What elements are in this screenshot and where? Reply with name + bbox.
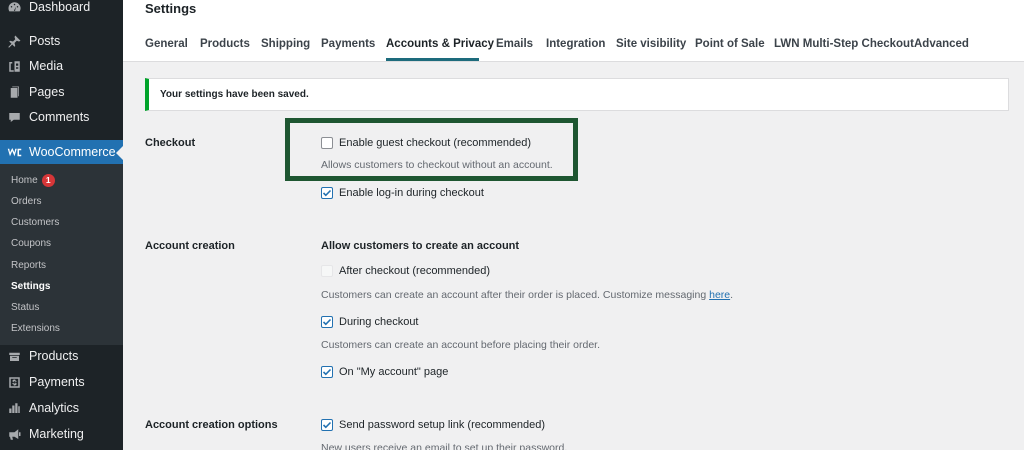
submenu-item-label: Reports — [11, 259, 47, 271]
checkmark-icon — [322, 189, 332, 197]
megaphone-icon — [0, 427, 29, 442]
login-checkout-label: Enable log-in during checkout — [339, 187, 484, 199]
sidebar-item-label: Posts — [29, 34, 61, 48]
products-icon — [0, 349, 29, 364]
sidebar-item-label: Analytics — [29, 401, 80, 415]
highlight-box — [285, 118, 578, 181]
sidebar-item-label: Payments — [29, 375, 85, 389]
tab-accounts-privacy[interactable]: Accounts & Privacy — [386, 38, 494, 50]
after-checkout-description-end: . — [730, 289, 734, 301]
woocommerce-submenu: Home 1 Orders Customers Coupons Reports … — [0, 164, 123, 345]
notice-text: Your settings have been saved. — [160, 89, 309, 100]
sidebar-item-label: Media — [29, 59, 64, 73]
sidebar-item-label: Dashboard — [29, 0, 91, 14]
after-checkout-label: After checkout (recommended) — [339, 265, 491, 277]
submenu-item-status[interactable]: Status — [11, 299, 39, 315]
send-password-option[interactable]: Send password setup link (recommended) — [321, 419, 545, 431]
submenu-item-customers[interactable]: Customers — [11, 214, 59, 230]
sidebar-item-posts[interactable]: Posts — [0, 28, 123, 54]
tab-emails[interactable]: Emails — [496, 38, 533, 50]
after-checkout-option[interactable]: After checkout (recommended) — [321, 265, 490, 277]
settings-header: Settings General Products Shipping Payme… — [123, 0, 1024, 62]
sidebar-item-label: Pages — [29, 85, 65, 99]
after-checkout-checkbox[interactable] — [321, 265, 333, 277]
media-icon — [0, 59, 29, 74]
my-account-checkbox[interactable] — [321, 366, 333, 378]
login-checkout-checkbox[interactable] — [321, 187, 333, 199]
woocommerce-icon — [0, 145, 29, 160]
tab-shipping[interactable]: Shipping — [261, 38, 310, 50]
submenu-item-orders[interactable]: Orders — [11, 193, 42, 209]
submenu-item-label: Orders — [11, 195, 42, 207]
submenu-item-extensions[interactable]: Extensions — [11, 320, 60, 336]
login-checkout-option[interactable]: Enable log-in during checkout — [321, 187, 484, 199]
pin-icon — [0, 34, 29, 49]
tab-general[interactable]: General — [145, 38, 188, 50]
notification-badge: 1 — [41, 173, 55, 187]
active-tab-indicator — [386, 58, 479, 61]
submenu-item-label: Coupons — [11, 237, 52, 249]
checkmark-icon — [322, 368, 332, 376]
sidebar-item-dashboard[interactable]: Dashboard — [0, 0, 123, 20]
submenu-item-reports[interactable]: Reports — [11, 257, 46, 273]
account-creation-options-label: Account creation options — [145, 419, 278, 431]
send-password-checkbox[interactable] — [321, 419, 333, 431]
checkout-label: Checkout — [145, 137, 196, 149]
after-checkout-description-text: Customers can create an account after th… — [321, 289, 710, 301]
submenu-item-coupons[interactable]: Coupons — [11, 235, 51, 251]
dashboard-icon — [0, 0, 29, 15]
comment-icon — [0, 110, 29, 125]
after-checkout-description: Customers can create an account after th… — [321, 289, 733, 301]
sidebar-item-label: Products — [29, 349, 79, 363]
sidebar-item-payments[interactable]: Payments — [0, 369, 123, 395]
sidebar-item-analytics[interactable]: Analytics — [0, 395, 123, 421]
sidebar-item-pages[interactable]: Pages — [0, 79, 123, 105]
sidebar-item-woocommerce[interactable]: WooCommerce — [0, 140, 123, 164]
payments-icon — [0, 375, 29, 390]
sidebar-item-marketing[interactable]: Marketing — [0, 421, 123, 447]
checkmark-icon — [322, 421, 332, 429]
send-password-description: New users receive an email to set up the… — [321, 442, 568, 450]
settings-saved-notice: Your settings have been saved. — [145, 78, 1009, 111]
my-account-option[interactable]: On "My account" page — [321, 366, 448, 378]
customize-messaging-link[interactable]: here — [709, 289, 730, 301]
analytics-icon — [0, 401, 29, 416]
account-creation-label: Account creation — [145, 240, 235, 252]
tab-products[interactable]: Products — [200, 38, 250, 50]
submenu-item-label: Extensions — [11, 322, 60, 334]
send-password-label: Send password setup link (recommended) — [339, 419, 546, 431]
pages-icon — [0, 85, 29, 100]
during-checkout-label: During checkout — [339, 316, 419, 328]
sidebar-item-comments[interactable]: Comments — [0, 104, 123, 130]
sidebar-item-products[interactable]: Products — [0, 343, 123, 369]
checkmark-icon — [322, 318, 332, 326]
sidebar-item-label: Comments — [29, 110, 90, 124]
admin-sidebar: Dashboard Posts Media Pages Comments Woo… — [0, 0, 123, 450]
tab-advanced[interactable]: Advanced — [914, 38, 969, 50]
tab-point-of-sale[interactable]: Point of Sale — [695, 38, 765, 50]
tab-site-visibility[interactable]: Site visibility — [616, 38, 686, 50]
tab-lwn-multi-step-checkout[interactable]: LWN Multi-Step Checkout — [774, 38, 914, 50]
page-title: Settings — [145, 1, 197, 16]
submenu-item-label: Customers — [11, 216, 60, 228]
tab-integration[interactable]: Integration — [546, 38, 605, 50]
submenu-item-home[interactable]: Home 1 — [11, 172, 55, 188]
sidebar-item-label: WooCommerce — [29, 145, 116, 159]
tab-payments[interactable]: Payments — [321, 38, 375, 50]
during-checkout-checkbox[interactable] — [321, 316, 333, 328]
my-account-label: On "My account" page — [339, 366, 449, 378]
current-menu-arrow — [116, 146, 123, 160]
submenu-item-label: Status — [11, 301, 40, 313]
during-checkout-description: Customers can create an account before p… — [321, 339, 600, 351]
submenu-item-label: Home — [11, 174, 38, 186]
submenu-item-label: Settings — [11, 280, 51, 292]
allow-create-account-heading: Allow customers to create an account — [321, 240, 520, 252]
sidebar-item-media[interactable]: Media — [0, 53, 123, 79]
during-checkout-option[interactable]: During checkout — [321, 316, 419, 328]
sidebar-item-label: Marketing — [29, 427, 84, 441]
submenu-item-settings[interactable]: Settings — [11, 278, 50, 294]
